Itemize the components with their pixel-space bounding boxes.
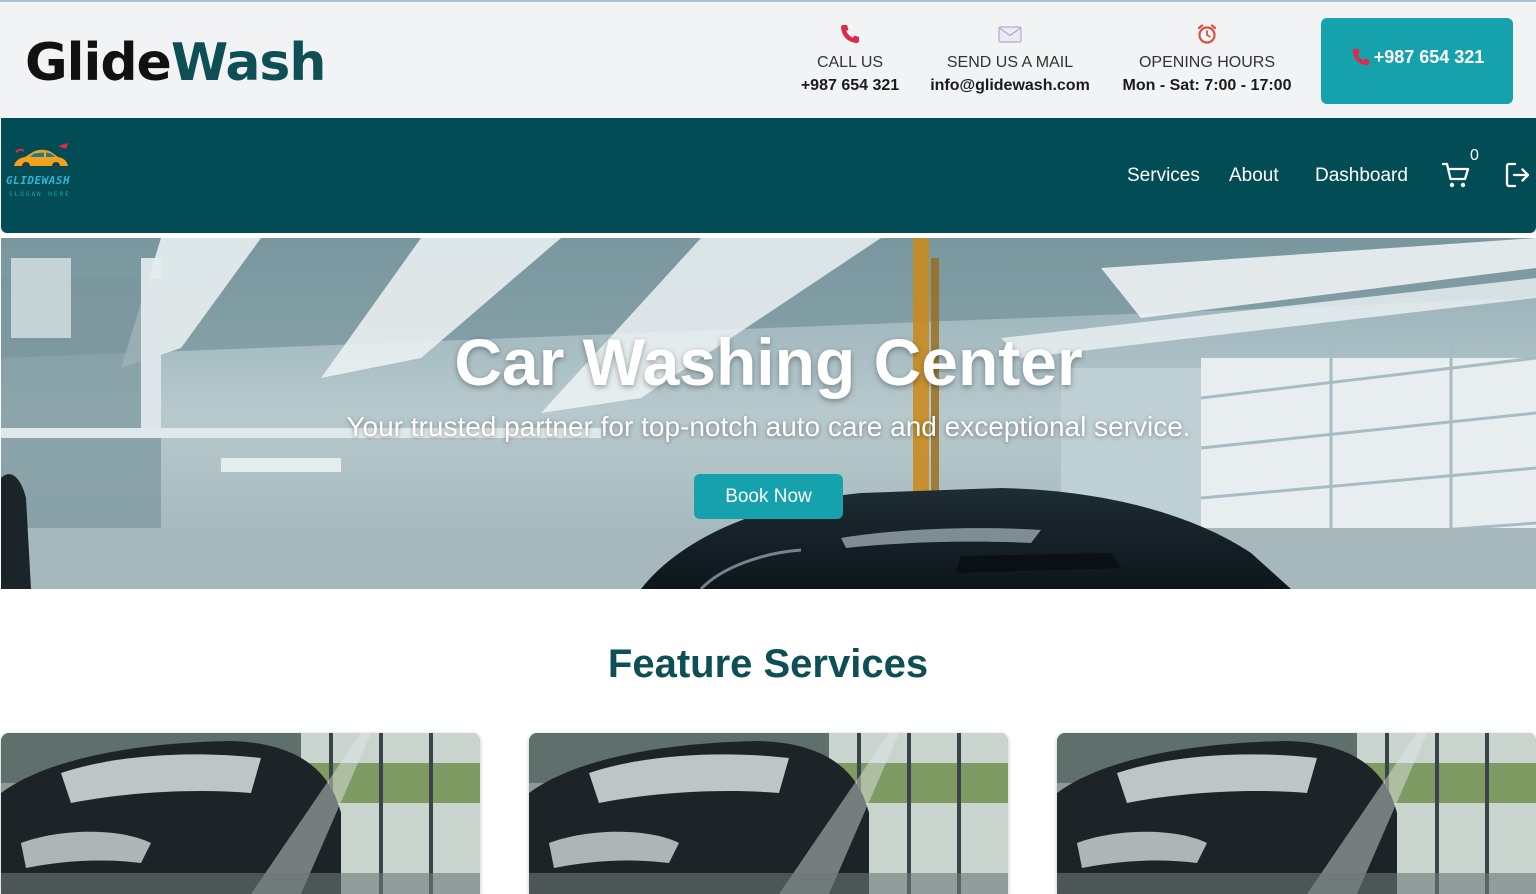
cart-icon[interactable] (1441, 160, 1471, 190)
call-label: CALL US (816, 54, 884, 71)
envelope-icon (998, 26, 1022, 43)
car-logo-icon (14, 143, 68, 170)
top-info-bar: GlideWash CALL US +987 654 321 SEND US A… (0, 0, 1536, 118)
brand-part-1: Glide (25, 33, 172, 93)
hours-value: Mon - Sat: 7:00 - 17:00 (1122, 77, 1292, 94)
alarm-clock-icon (1197, 24, 1217, 44)
hero-title: Car Washing Center (454, 325, 1083, 399)
feature-service-card[interactable] (1, 733, 480, 894)
contact-call: CALL US +987 654 321 (790, 22, 910, 98)
hero-subtitle: Your trusted partner for top-notch auto … (346, 411, 1191, 442)
mail-value[interactable]: info@glidewash.com (925, 74, 1095, 98)
nav-link-services[interactable]: Services (1127, 164, 1200, 188)
logout-icon[interactable] (1504, 161, 1532, 189)
mail-label: SEND US A MAIL (946, 54, 1074, 71)
call-now-button[interactable]: +987 654 321 (1321, 18, 1513, 104)
feature-service-card[interactable] (1057, 733, 1536, 894)
nav-link-about[interactable]: About (1229, 164, 1279, 188)
call-value[interactable]: +987 654 321 (790, 74, 910, 98)
logo-text: GLIDEWASH (6, 174, 71, 187)
site-logo[interactable]: GLIDEWASH SLOGAN HERE (6, 140, 76, 200)
feature-services-title: Feature Services (607, 642, 929, 686)
call-button-label: +987 654 321 (1373, 46, 1485, 67)
contact-mail: SEND US A MAIL info@glidewash.com (925, 22, 1095, 98)
car-foam-wash-image (1057, 733, 1536, 894)
nav-link-dashboard[interactable]: Dashboard (1315, 164, 1408, 188)
logo-slogan: SLOGAN HERE (9, 191, 71, 198)
car-foam-wash-image (1, 733, 480, 894)
hero-banner: Car Washing Center Your trusted partner … (1, 238, 1536, 589)
main-navbar: GLIDEWASH SLOGAN HERE Services About Das… (1, 118, 1536, 233)
phone-icon (841, 25, 859, 43)
hours-label: OPENING HOURS (1138, 54, 1275, 71)
feature-service-card[interactable] (529, 733, 1008, 894)
contact-hours: OPENING HOURS Mon - Sat: 7:00 - 17:00 (1112, 22, 1302, 98)
book-now-button[interactable]: Book Now (694, 474, 843, 519)
cart-count-badge: 0 (1470, 147, 1479, 164)
car-foam-wash-image (529, 733, 1008, 894)
brand-wordmark[interactable]: GlideWash (25, 28, 327, 98)
brand-part-2: Wash (170, 33, 327, 93)
phone-icon (1352, 48, 1369, 66)
